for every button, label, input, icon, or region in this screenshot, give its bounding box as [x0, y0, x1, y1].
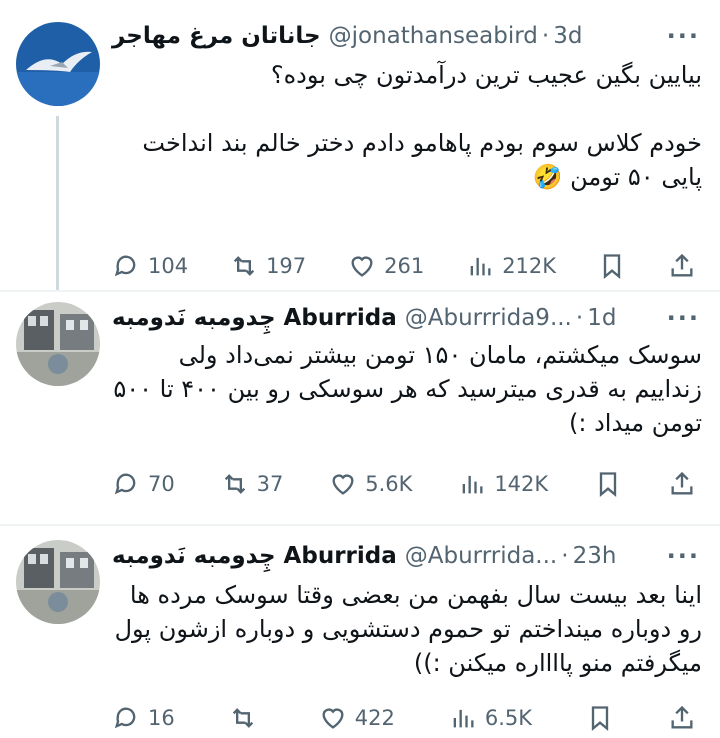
- timestamp[interactable]: 1d: [587, 305, 616, 331]
- reply-count: 104: [148, 254, 189, 278]
- bookmark-icon: [591, 706, 609, 731]
- views-count: 212K: [502, 254, 557, 278]
- like-button[interactable]: 5.6K: [329, 470, 412, 498]
- bookmark-icon: [599, 472, 617, 497]
- views-count: 142K: [494, 472, 549, 496]
- display-name[interactable]: جاناتان مرغ مهاجر: [112, 23, 321, 49]
- display-name[interactable]: چِدومبه نَدومبه Aburrida: [112, 543, 397, 569]
- more-options-icon[interactable]: ···: [667, 542, 700, 570]
- tweet-2[interactable]: چِدومبه نَدومبه Aburrida @Aburrrida9... …: [0, 292, 720, 524]
- heart-icon: [332, 474, 354, 495]
- views-chart-icon: [462, 475, 483, 494]
- tweet-text: اینا بعد بیست سال بفهمن من بعضی وقتا سوس…: [106, 581, 702, 677]
- building-avatar-image: [16, 302, 100, 386]
- bookmark-icon: [603, 254, 621, 279]
- like-count: 261: [384, 254, 425, 278]
- share-button[interactable]: [668, 252, 696, 280]
- reply-count: 70: [148, 472, 175, 496]
- more-options-icon[interactable]: ···: [667, 304, 700, 332]
- tweet-3[interactable]: چِدومبه نَدومبه Aburrida @Aburrrida... ·…: [0, 526, 720, 731]
- reply-button[interactable]: 70: [112, 470, 175, 498]
- retweet-icon: [232, 708, 253, 728]
- separator-dot: ·: [561, 543, 569, 569]
- action-bar: 16 422 6.5K: [112, 698, 696, 738]
- views-chart-icon: [470, 257, 491, 276]
- heart-icon: [322, 708, 344, 729]
- share-icon: [671, 705, 693, 729]
- reply-icon: [114, 473, 136, 495]
- avatar-aburrida[interactable]: [16, 302, 100, 386]
- share-button[interactable]: [668, 704, 696, 732]
- separator-dot: ·: [541, 23, 550, 49]
- retweet-button[interactable]: 37: [221, 470, 284, 498]
- retweet-icon: [224, 474, 245, 494]
- views-button[interactable]: 142K: [458, 470, 548, 498]
- views-button[interactable]: 212K: [466, 252, 556, 280]
- reply-button[interactable]: 16: [112, 704, 175, 732]
- tweet-header: چِدومبه نَدومبه Aburrida @Aburrrida... ·…: [112, 536, 700, 576]
- views-count: 6.5K: [484, 706, 532, 730]
- tweet-header: چِدومبه نَدومبه Aburrida @Aburrrida9... …: [112, 298, 700, 338]
- retweet-button[interactable]: 197: [230, 252, 306, 280]
- share-icon: [671, 471, 693, 495]
- bookmark-button[interactable]: [598, 252, 626, 280]
- reply-button[interactable]: 104: [112, 252, 188, 280]
- seagull-avatar-image: [16, 22, 100, 106]
- retweet-button[interactable]: [229, 704, 265, 732]
- building-avatar-image: [16, 540, 100, 624]
- retweet-count: 37: [256, 472, 284, 496]
- retweet-icon: [233, 256, 255, 276]
- retweet-count: 197: [266, 254, 307, 278]
- avatar-aburrida[interactable]: [16, 540, 100, 624]
- thread-line: [56, 116, 59, 290]
- action-bar: 70 37 5.6K 142K: [112, 464, 696, 504]
- like-button[interactable]: 422: [319, 704, 395, 732]
- avatar-seabird[interactable]: [16, 22, 100, 106]
- user-handle[interactable]: @Aburrrida9...: [405, 305, 572, 331]
- timestamp[interactable]: 3d: [553, 23, 582, 49]
- tweet-text: سوسک میکشتم، مامان ۱۵۰ تومن بیشتر نمی‌دا…: [105, 341, 702, 437]
- share-button[interactable]: [668, 470, 696, 498]
- heart-icon: [351, 256, 373, 277]
- like-button[interactable]: 261: [348, 252, 424, 280]
- timestamp[interactable]: 23h: [573, 543, 617, 569]
- reply-count: 16: [148, 706, 175, 730]
- more-options-icon[interactable]: ···: [667, 22, 700, 50]
- like-count: 422: [354, 706, 395, 730]
- reply-icon: [114, 255, 136, 277]
- like-count: 5.6K: [365, 472, 413, 496]
- views-button[interactable]: 6.5K: [449, 704, 532, 732]
- share-icon: [671, 253, 693, 277]
- user-handle[interactable]: @jonathanseabird: [329, 23, 538, 49]
- bookmark-button[interactable]: [594, 470, 622, 498]
- tweet-text: بیایین بگین عجیب ترین درآمدتون چی بوده؟ …: [142, 61, 702, 191]
- display-name[interactable]: چِدومبه نَدومبه Aburrida: [112, 305, 397, 331]
- reply-icon: [114, 707, 136, 729]
- separator-dot: ·: [575, 305, 584, 331]
- tweet-header: جاناتان مرغ مهاجر @jonathanseabird · 3d …: [112, 16, 700, 56]
- action-bar: 104 197 261 212K: [112, 246, 696, 286]
- user-handle[interactable]: @Aburrrida...: [405, 543, 558, 569]
- tweet-1[interactable]: جاناتان مرغ مهاجر @jonathanseabird · 3d …: [0, 0, 720, 290]
- bookmark-button[interactable]: [586, 704, 614, 732]
- views-chart-icon: [453, 709, 474, 728]
